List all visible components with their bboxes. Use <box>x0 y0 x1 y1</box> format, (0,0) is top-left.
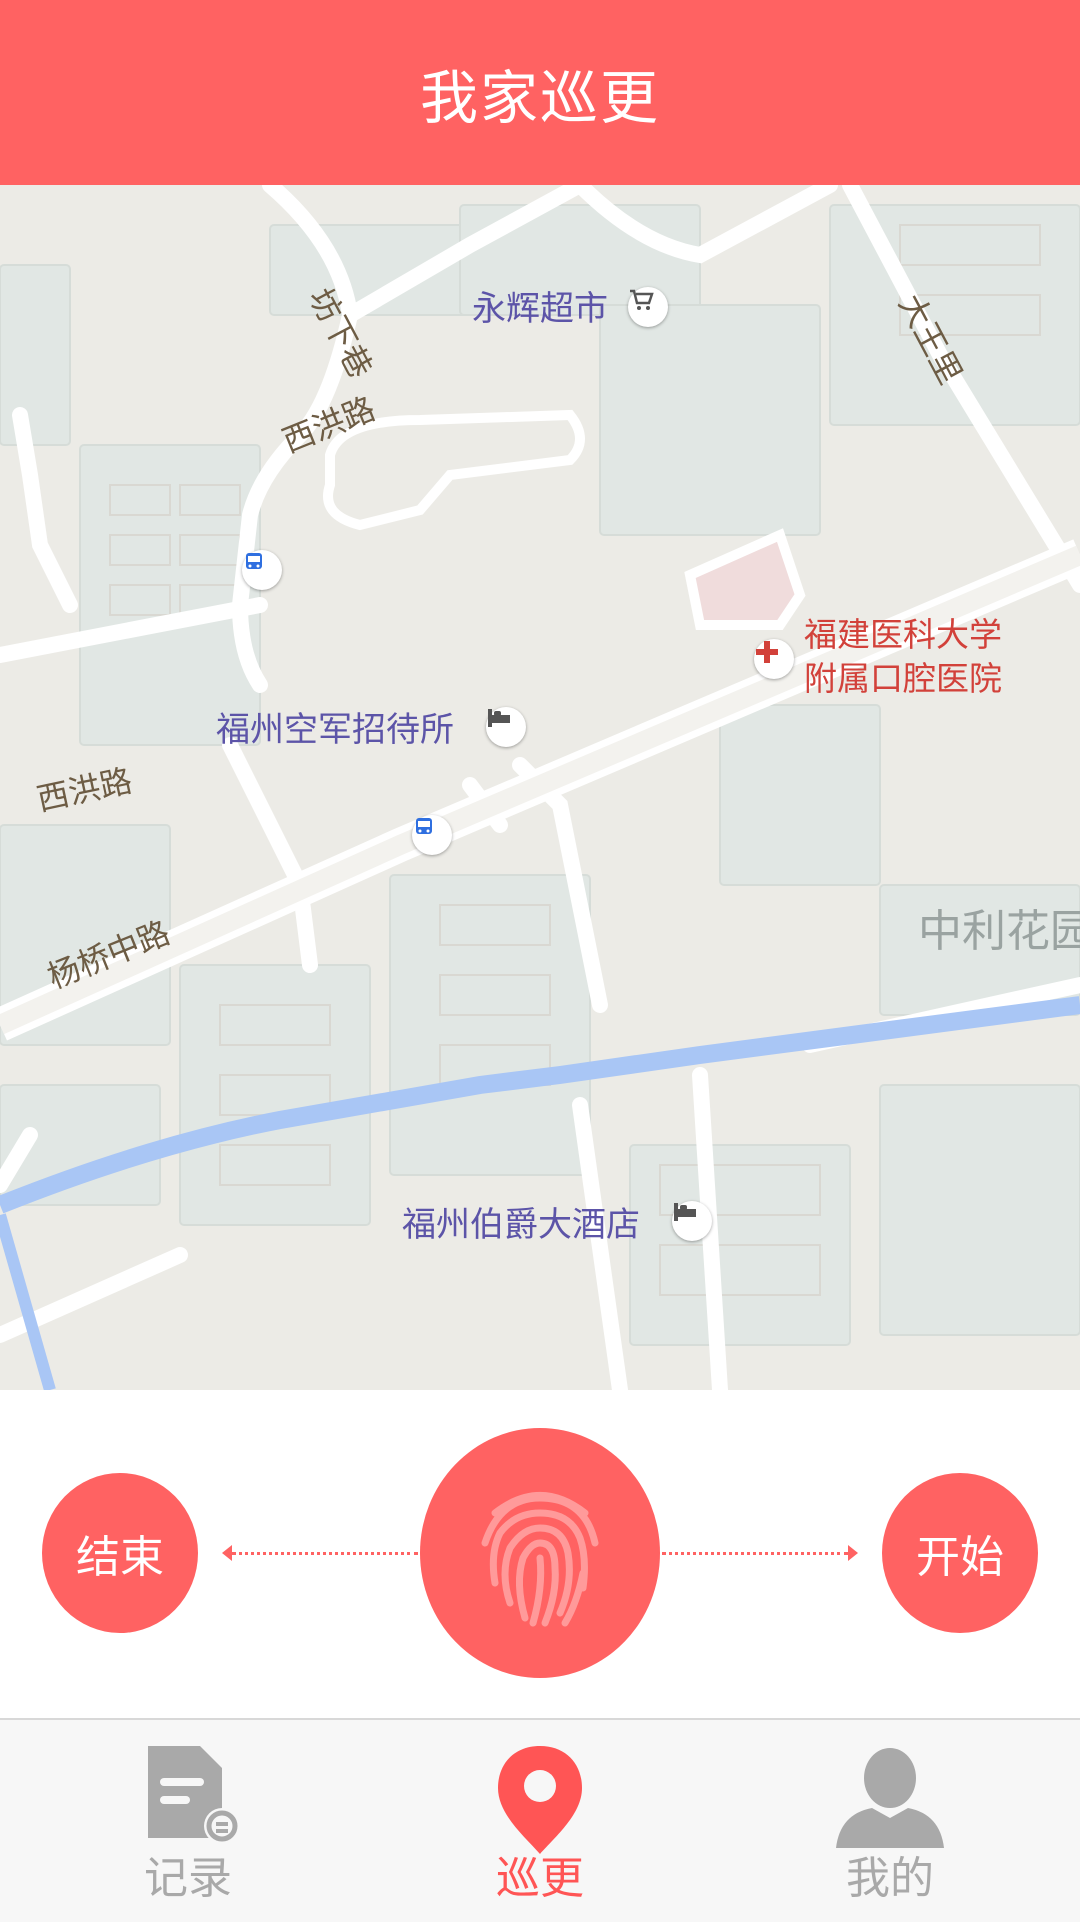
page-title: 我家巡更 <box>419 63 660 132</box>
dotted-connector-left <box>232 1552 418 1555</box>
hotel-bed-icon[interactable] <box>486 707 526 747</box>
location-pin-icon <box>498 1746 582 1854</box>
record-document-icon <box>148 1746 240 1844</box>
poi-label-supermarket[interactable]: 永辉超市 <box>472 281 608 330</box>
arrow-left-icon <box>222 1545 232 1561</box>
tab-mine[interactable]: 我的 <box>790 1720 990 1922</box>
hospital-cross-icon[interactable] <box>754 639 794 679</box>
dotted-connector-right <box>662 1552 848 1555</box>
tab-records[interactable]: 记录 <box>88 1720 288 1922</box>
patrol-controls: 结束 开始 <box>0 1390 1080 1718</box>
app-header: 我家巡更 <box>0 0 1080 185</box>
hospital-name-line1: 福建医科大学 <box>804 615 1002 654</box>
tab-patrol[interactable]: 巡更 <box>440 1720 640 1922</box>
tab-patrol-label: 巡更 <box>496 1853 584 1904</box>
bus-stop-icon[interactable] <box>242 550 282 590</box>
user-silhouette-icon <box>836 1748 944 1848</box>
bottom-tab-bar: 记录 巡更 我的 <box>0 1718 1080 1922</box>
end-button[interactable]: 结束 <box>42 1473 198 1633</box>
poi-label-air-force-guesthouse[interactable]: 福州空军招待所 <box>216 702 454 751</box>
end-button-label: 结束 <box>76 1532 164 1583</box>
hospital-name-line2: 附属口腔医院 <box>804 659 1002 698</box>
arrow-right-icon <box>848 1545 858 1561</box>
district-label: 中利花园 <box>918 906 1080 957</box>
fingerprint-icon <box>481 1492 599 1627</box>
fingerprint-scan-button[interactable] <box>420 1428 660 1678</box>
hotel-bed-icon[interactable] <box>672 1201 712 1241</box>
poi-label-earl-hotel[interactable]: 福州伯爵大酒店 <box>402 1197 640 1246</box>
map-view[interactable]: 永辉超市 福州空军招待所 福州伯爵大酒店 福建医科大学 附属口腔医院 坊下巷 西… <box>0 185 1080 1390</box>
tab-mine-label: 我的 <box>846 1853 934 1904</box>
shopping-cart-icon[interactable] <box>628 287 668 327</box>
poi-label-hospital[interactable]: 福建医科大学 附属口腔医院 <box>804 613 1002 701</box>
bus-stop-icon[interactable] <box>412 815 452 855</box>
start-button[interactable]: 开始 <box>882 1473 1038 1633</box>
tab-records-label: 记录 <box>144 1853 232 1904</box>
start-button-label: 开始 <box>916 1532 1004 1583</box>
